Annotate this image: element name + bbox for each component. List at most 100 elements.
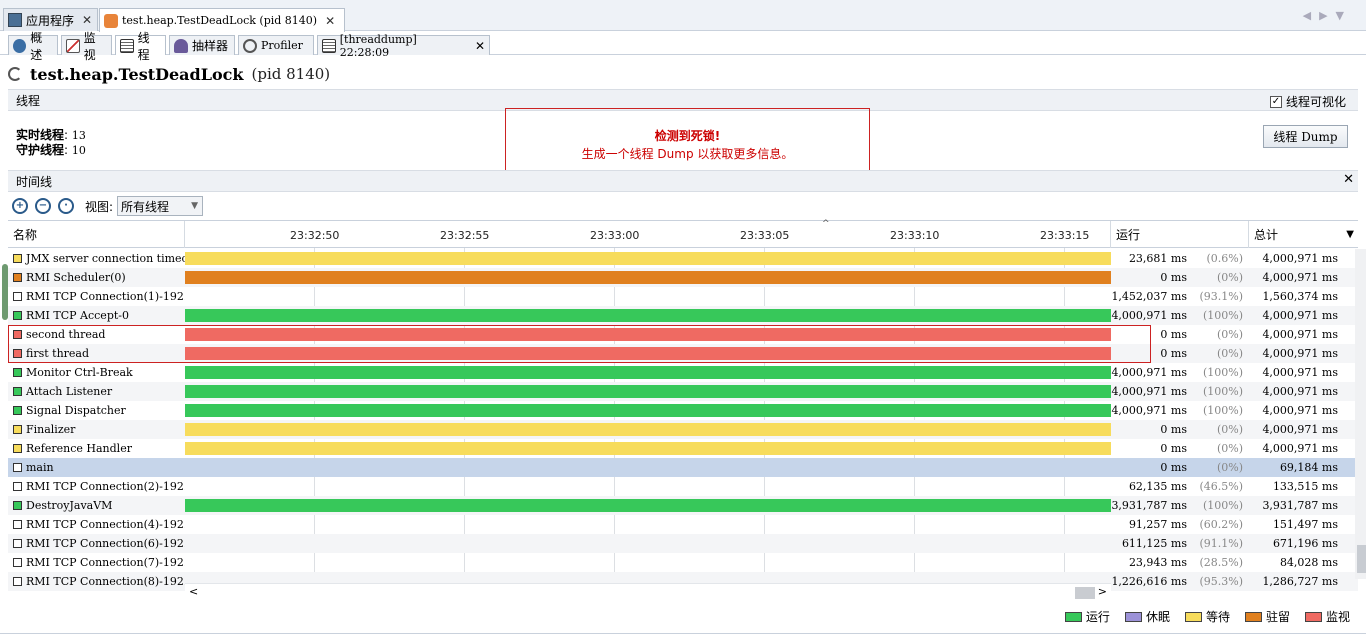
tick-label: 23:32:50 xyxy=(290,229,340,242)
tab-label: 线程 xyxy=(137,30,150,62)
total-cell: 4,000,971 ms xyxy=(1262,404,1338,417)
total-cell: 3,931,787 ms xyxy=(1262,499,1338,512)
timeline-cell xyxy=(185,496,1111,515)
timeline-cell xyxy=(185,534,1111,553)
view-select[interactable]: 所有线程 ▼ xyxy=(117,196,204,216)
table-row[interactable]: Monitor Ctrl-Break 4,000,971 ms (100%) 4,00… xyxy=(8,363,1358,382)
tab-threaddump[interactable]: [threaddump] 22:28:09 ✕ xyxy=(317,33,490,59)
tab-threads[interactable]: 线程 xyxy=(115,31,166,62)
tab-process[interactable]: test.heap.TestDeadLock (pid 8140) ✕ xyxy=(99,8,345,32)
tab-profiler[interactable]: Profiler xyxy=(238,35,314,55)
scrollbar-thumb[interactable] xyxy=(1075,587,1095,599)
table-row[interactable]: RMI TCP Accept-0 4,000,971 ms (100%) 4,000,… xyxy=(8,306,1358,325)
thread-name: main xyxy=(26,461,54,474)
timeline-toolbar: + − · 视图: 所有线程 ▼ xyxy=(12,195,204,217)
page-title: test.heap.TestDeadLock xyxy=(30,64,244,84)
zoom-in-icon[interactable]: + xyxy=(12,198,28,214)
table-row[interactable]: RMI Scheduler(0) 0 ms (0%) 4,000,971 ms xyxy=(8,268,1358,287)
scrollbar-thumb[interactable] xyxy=(1357,545,1366,573)
state-swatch-icon xyxy=(13,539,22,548)
timeline-cell xyxy=(185,268,1111,287)
column-header-total[interactable]: 总计 ▼ xyxy=(1249,221,1358,248)
vertical-scrollbar[interactable] xyxy=(1355,249,1366,579)
table-row[interactable]: RMI TCP Connection(2)-192.168.1.1 62,135 … xyxy=(8,477,1358,496)
thread-dump-button[interactable]: 线程 Dump xyxy=(1263,125,1348,148)
table-row[interactable]: main 0 ms (0%) 69,184 ms xyxy=(8,458,1358,477)
state-swatch-icon xyxy=(13,425,22,434)
deadlock-message: 生成一个线程 Dump 以获取更多信息。 xyxy=(581,147,794,161)
thread-name: RMI TCP Connection(6)-192.168.1.1 xyxy=(26,537,185,550)
total-cell: 1,560,374 ms xyxy=(1262,290,1338,303)
table-row[interactable]: Reference Handler 0 ms (0%) 4,000,971 ms xyxy=(8,439,1358,458)
tab-monitor[interactable]: 监视 xyxy=(61,31,112,62)
state-swatch-icon xyxy=(13,406,22,415)
column-header-timeline[interactable]: ^ 23:32:50 23:32:55 23:33:00 23:33:05 23… xyxy=(185,219,1111,248)
running-percent: (60.2%) xyxy=(1199,518,1243,531)
legend-item: 等待 xyxy=(1184,608,1230,625)
table-row[interactable]: RMI TCP Connection(1)-192.168.1.1 1,452,0… xyxy=(8,287,1358,306)
table-row[interactable]: Attach Listener 4,000,971 ms (100%) 4,000,9… xyxy=(8,382,1358,401)
thread-name-cell: RMI TCP Connection(1)-192.168.1.1 xyxy=(8,287,185,306)
running-value: 23,681 ms xyxy=(1128,252,1187,265)
running-percent: (0.6%) xyxy=(1206,252,1243,265)
column-header-label: 运行 xyxy=(1116,228,1141,242)
zoom-fit-icon[interactable]: · xyxy=(58,198,74,214)
table-row[interactable]: DestroyJavaVM 3,931,787 ms (100%) 3,931,787… xyxy=(8,496,1358,515)
section-title: 时间线 xyxy=(16,174,53,189)
state-swatch-icon xyxy=(13,311,22,320)
section-title: 线程 xyxy=(16,93,41,108)
zoom-out-icon[interactable]: − xyxy=(35,198,51,214)
table-row[interactable]: Signal Dispatcher 4,000,971 ms (100%) 4,000… xyxy=(8,401,1358,420)
close-icon[interactable]: ✕ xyxy=(82,13,92,27)
chevron-down-icon[interactable]: ▼ xyxy=(1346,229,1354,240)
scroll-left-icon[interactable]: < xyxy=(189,585,198,598)
state-swatch-icon xyxy=(13,520,22,529)
thread-name: Attach Listener xyxy=(26,385,113,398)
running-percent: (28.5%) xyxy=(1199,556,1243,569)
horizontal-scrollbar[interactable]: < > xyxy=(185,583,1111,600)
divider xyxy=(0,633,1366,634)
table-row[interactable]: RMI TCP Connection(6)-192.168.1.1 611,125… xyxy=(8,534,1358,553)
visualize-threads-checkbox[interactable]: ✓ 线程可视化 xyxy=(1269,93,1346,110)
running-percent: (46.5%) xyxy=(1199,480,1243,493)
tab-overview[interactable]: 概述 xyxy=(8,31,58,62)
state-swatch-icon xyxy=(13,501,22,510)
checkbox-checked-icon[interactable]: ✓ xyxy=(1269,95,1282,108)
legend-label: 运行 xyxy=(1085,610,1110,624)
running-percent: (0%) xyxy=(1216,271,1243,284)
total-cell: 4,000,971 ms xyxy=(1262,442,1338,455)
total-cell: 4,000,971 ms xyxy=(1262,252,1338,265)
table-row[interactable]: RMI TCP Connection(7)-192.168.1.1 23,943 … xyxy=(8,553,1358,572)
legend-item: 监视 xyxy=(1304,608,1350,625)
state-swatch-icon xyxy=(13,273,22,282)
thread-name-cell: Reference Handler xyxy=(8,439,185,458)
tab-navigation-arrows[interactable]: ◀▶▼ xyxy=(1303,9,1352,22)
state-swatch-icon xyxy=(13,292,22,301)
tab-sampler[interactable]: 抽样器 xyxy=(169,35,235,55)
state-swatch-icon xyxy=(13,254,22,263)
state-bar xyxy=(185,442,1111,455)
state-swatch-icon xyxy=(13,577,22,586)
table-row[interactable]: Finalizer 0 ms (0%) 4,000,971 ms xyxy=(8,420,1358,439)
scroll-right-icon[interactable]: > xyxy=(1098,585,1107,598)
column-header-label: 名称 xyxy=(13,228,38,242)
column-header-name[interactable]: 名称 xyxy=(8,221,185,248)
close-icon[interactable]: ✕ xyxy=(325,14,335,28)
running-value: 1,452,037 ms xyxy=(1111,290,1187,303)
thread-name: RMI TCP Connection(8)-192.168.1.1 xyxy=(26,575,185,588)
total-cell: 4,000,971 ms xyxy=(1262,385,1338,398)
state-bar xyxy=(185,366,1111,379)
table-row[interactable]: JMX server connection timeout 23,681 ms (0… xyxy=(8,249,1358,268)
state-swatch-icon xyxy=(13,463,22,472)
side-scroll-indicator[interactable] xyxy=(2,264,8,320)
table-row[interactable]: RMI TCP Connection(4)-192.168.1.1 91,257 … xyxy=(8,515,1358,534)
close-icon[interactable]: ✕ xyxy=(1343,172,1354,187)
thread-name-cell: Signal Dispatcher xyxy=(8,401,185,420)
column-header-running[interactable]: 运行 xyxy=(1111,221,1249,248)
running-cell: 611,125 ms (91.1%) xyxy=(1111,534,1249,553)
running-value: 4,000,971 ms xyxy=(1111,404,1187,417)
state-bar xyxy=(185,499,1111,512)
close-icon[interactable]: ✕ xyxy=(475,39,485,53)
page-heading: test.heap.TestDeadLock (pid 8140) xyxy=(8,62,330,86)
column-header-label: 总计 xyxy=(1254,228,1279,242)
